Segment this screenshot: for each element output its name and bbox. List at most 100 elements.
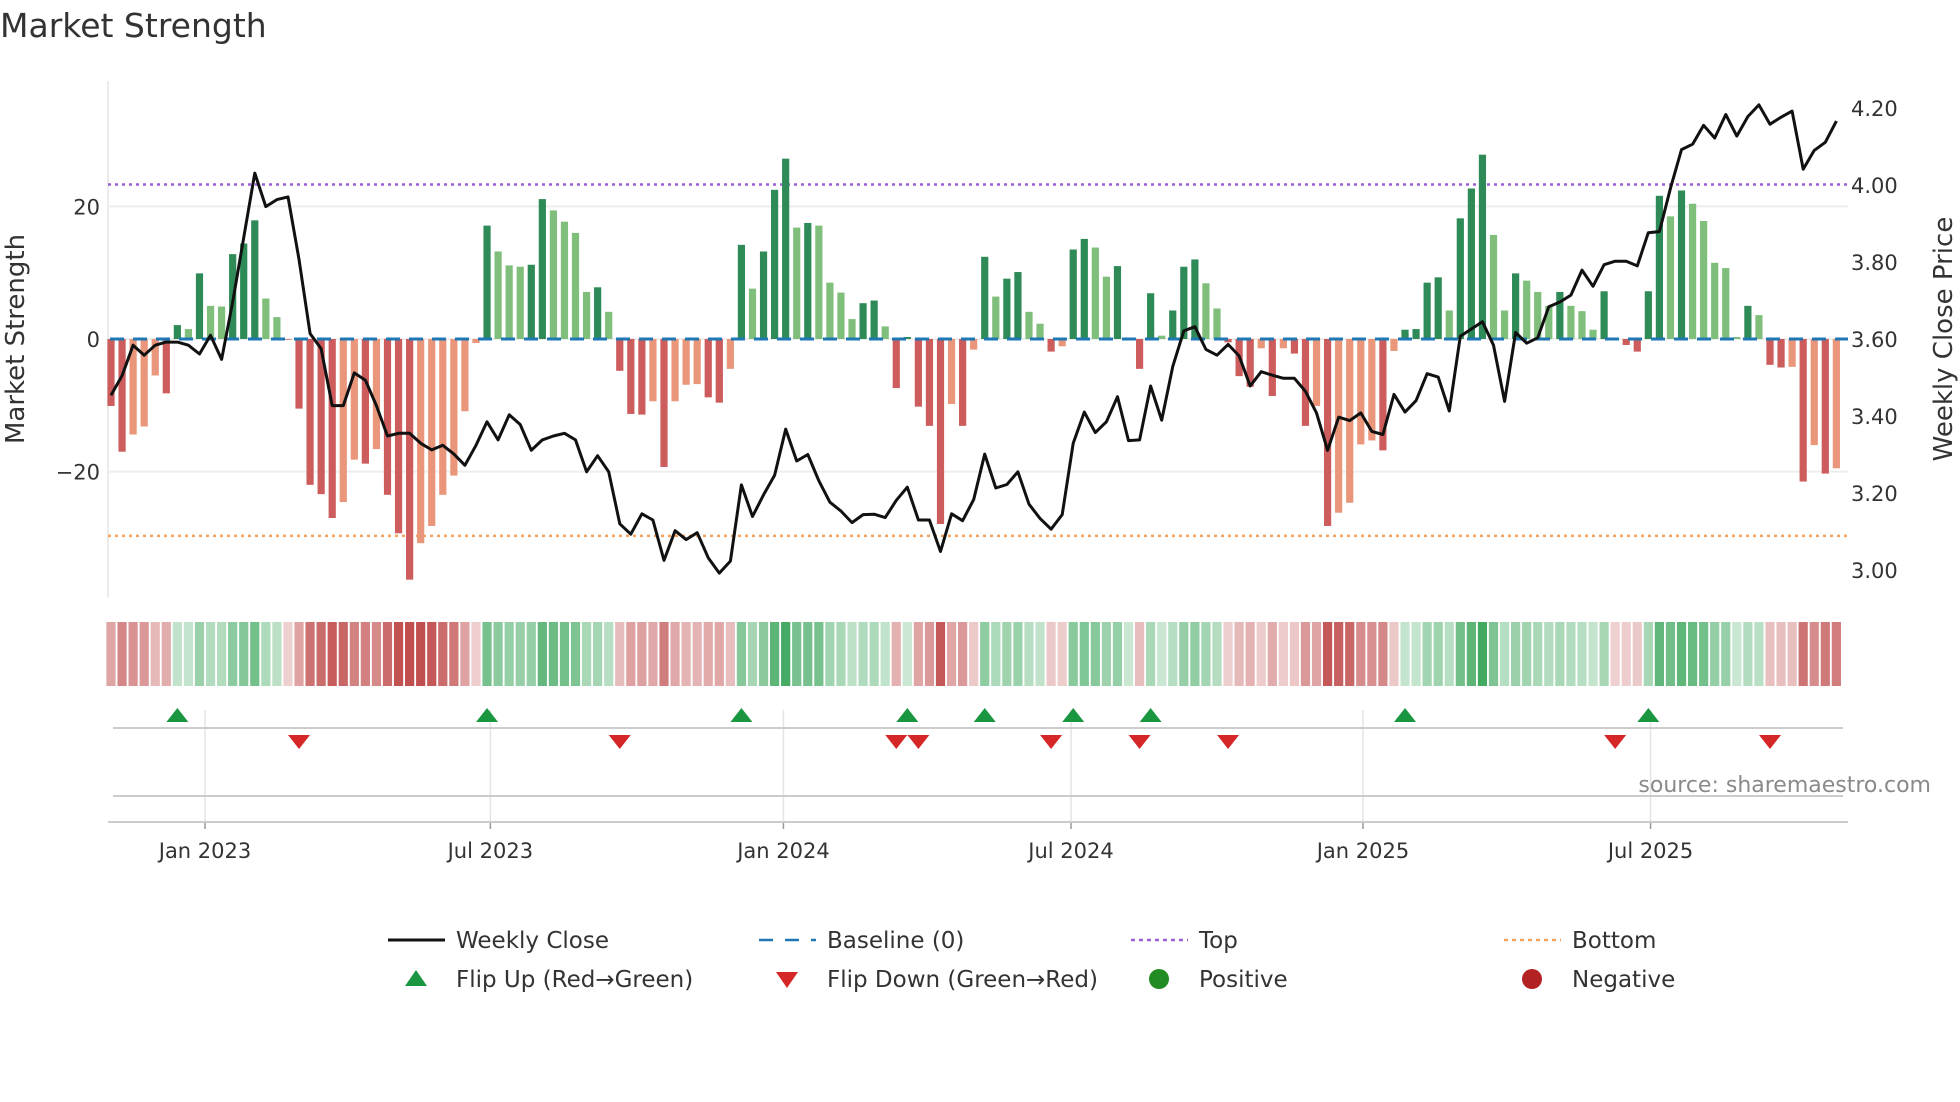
heatmap-cell: [1389, 622, 1399, 686]
legend-label: Flip Down (Green→Red): [827, 967, 1098, 993]
heatmap-cell: [449, 622, 459, 686]
heatmap-cell: [194, 622, 205, 686]
negative-legend-icon: [1522, 969, 1542, 989]
strength-bar: [439, 339, 447, 495]
flip-down-marker: [1040, 735, 1063, 749]
heatmap-cell: [648, 622, 658, 686]
positive-legend-icon: [1149, 969, 1169, 989]
heatmap-cell: [1444, 622, 1454, 686]
strength-bar: [1312, 339, 1321, 406]
heatmap-cell: [781, 622, 791, 686]
heatmap-cell: [1765, 622, 1775, 686]
strength-bar: [494, 251, 502, 339]
heatmap-cell: [1610, 622, 1620, 686]
heatmap-cell: [770, 622, 780, 686]
strength-bar: [1733, 337, 1741, 339]
heatmap-cell: [615, 622, 625, 686]
heatmap-cell: [692, 622, 702, 686]
heatmap-cell: [1676, 622, 1687, 686]
heatmap-cell: [272, 622, 282, 686]
heatmap-cell: [172, 622, 182, 686]
flipdown-legend-icon: [776, 972, 798, 988]
heatmap-cell: [1024, 622, 1034, 686]
heatmap-cell: [239, 622, 249, 686]
flip-down-marker: [1604, 735, 1627, 749]
heatmap-cell: [371, 622, 382, 686]
strength-bar: [1213, 308, 1221, 339]
heatmap-cell: [1356, 622, 1366, 686]
heatmap-cell: [1411, 622, 1421, 686]
heatmap-cell: [217, 622, 227, 686]
flip-up-marker: [166, 708, 189, 722]
strength-bar: [1788, 339, 1796, 367]
heatmap-cell: [1013, 622, 1023, 686]
heatmap-cell: [1068, 622, 1078, 686]
heatmap-cell: [1334, 622, 1344, 686]
strength-bar: [870, 300, 878, 339]
strength-bar: [394, 339, 403, 534]
legend-label: Bottom: [1572, 928, 1656, 954]
strength-bar: [771, 189, 779, 339]
strength-bar: [162, 339, 170, 394]
strength-bar: [1567, 305, 1575, 339]
heatmap-cell: [1433, 622, 1443, 686]
heatmap-cell: [1323, 622, 1333, 686]
heatmap-cell: [1179, 622, 1189, 686]
strength-bar: [936, 339, 945, 524]
strength-bar: [1644, 291, 1652, 339]
legend-label: Weekly Close: [456, 928, 609, 954]
strength-bar: [1777, 339, 1785, 368]
heatmap-cell: [758, 622, 769, 686]
source-label: source: sharemaestro.com: [1638, 773, 1931, 798]
heatmap-cell: [725, 622, 735, 686]
strength-bar: [837, 292, 845, 339]
y2-tick-label: 3.60: [1851, 328, 1898, 352]
heatmap-cell: [637, 622, 647, 686]
strength-bar: [815, 225, 823, 339]
strength-bar: [428, 339, 436, 526]
strength-bar: [1135, 339, 1144, 369]
heatmap-cell: [924, 622, 935, 686]
y-tick-label: −20: [56, 461, 100, 485]
legend-label: Baseline (0): [827, 928, 964, 954]
flipup-legend-icon: [405, 970, 427, 986]
strength-bar: [295, 339, 303, 409]
heatmap-cell: [1400, 622, 1410, 686]
strength-bar: [859, 303, 867, 339]
x-tick-label: Jul 2024: [1026, 839, 1113, 863]
heatmap-cell: [1090, 622, 1100, 686]
heatmap-cell: [1002, 622, 1012, 686]
strength-bar: [1202, 283, 1210, 339]
heatmap-cell: [1621, 622, 1631, 686]
strength-bar: [671, 339, 679, 402]
flip-up-marker: [1394, 708, 1417, 722]
heatmap-cell: [969, 622, 979, 686]
heatmap-cell: [438, 622, 448, 686]
heatmap-cell: [1544, 622, 1554, 686]
heatmap-cell: [1477, 622, 1488, 686]
heatmap-cell: [659, 622, 669, 686]
strength-bar: [970, 339, 978, 350]
strength-bar: [638, 339, 646, 415]
flip-up-marker: [1062, 708, 1085, 722]
x-tick-label: Jul 2025: [1606, 839, 1693, 863]
heatmap-cell: [1455, 622, 1465, 686]
strength-bar: [1711, 262, 1719, 339]
heatmap-cell: [504, 622, 514, 686]
strength-bar: [1744, 305, 1752, 339]
heatmap-cell: [1687, 622, 1698, 686]
heatmap-cell: [1311, 622, 1322, 686]
strength-bar: [1512, 273, 1520, 339]
heatmap-cell: [703, 622, 713, 686]
heatmap-cell: [1710, 622, 1720, 686]
heatmap-cell: [1566, 622, 1576, 686]
strength-bar: [273, 317, 281, 339]
strength-bar: [1357, 339, 1365, 445]
heatmap-cell: [1256, 622, 1266, 686]
strength-bar: [1456, 218, 1464, 339]
flip-down-marker: [1759, 735, 1781, 749]
heatmap-cell: [1168, 622, 1178, 686]
heatmap-cell: [128, 622, 138, 686]
strength-bar: [549, 210, 557, 339]
heatmap-cell: [1599, 622, 1609, 686]
